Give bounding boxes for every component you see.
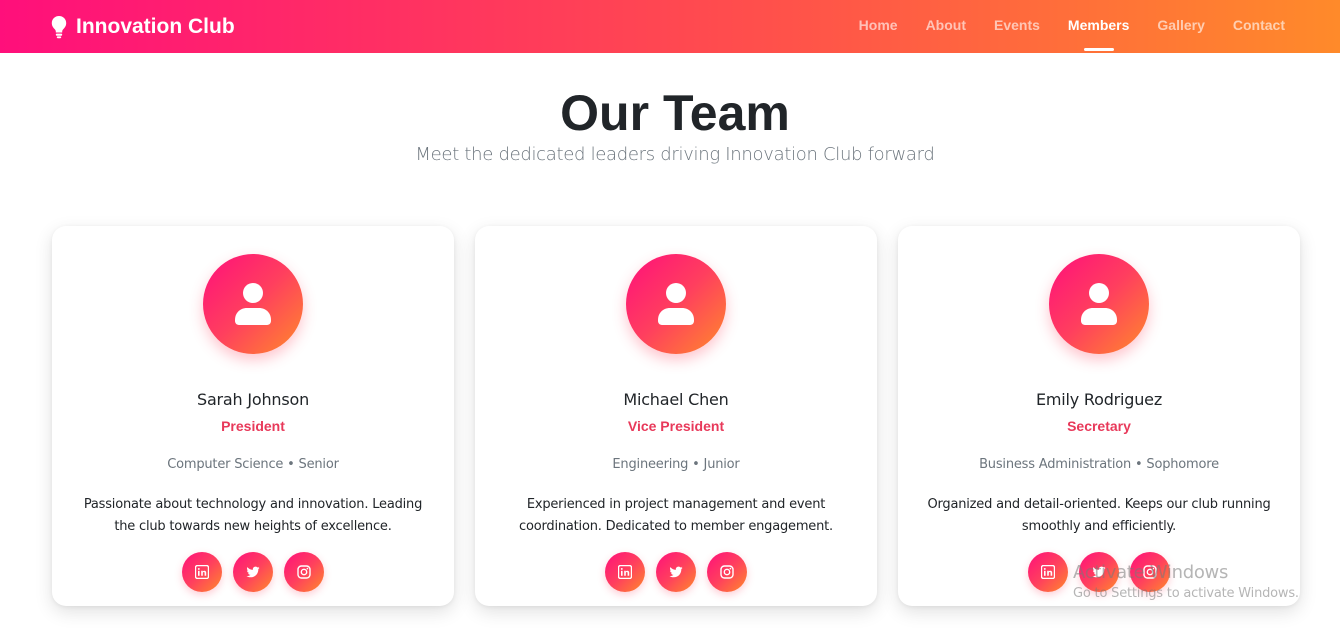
member-card: Michael Chen Vice President Engineering …: [475, 226, 877, 606]
linkedin-icon: [618, 565, 632, 579]
instagram-button[interactable]: [707, 552, 747, 592]
member-department: Engineering • Junior: [612, 457, 740, 472]
member-card: Sarah Johnson President Computer Science…: [52, 226, 454, 606]
twitter-icon: [1092, 565, 1106, 579]
nav-gallery[interactable]: Gallery: [1157, 0, 1204, 53]
user-icon: [656, 282, 696, 326]
linkedin-icon: [1041, 565, 1055, 579]
nav-members[interactable]: Members: [1068, 0, 1129, 53]
member-role: Secretary: [1067, 418, 1131, 434]
instagram-icon: [1143, 565, 1157, 579]
member-name: Sarah Johnson: [196, 390, 310, 409]
linkedin-button[interactable]: [182, 552, 222, 592]
instagram-icon: [720, 565, 734, 579]
user-icon: [1079, 282, 1119, 326]
nav-events[interactable]: Events: [994, 0, 1040, 53]
user-icon: [233, 282, 273, 326]
twitter-icon: [246, 565, 260, 579]
avatar: [1049, 254, 1149, 354]
member-bio: Passionate about technology and innovati…: [83, 497, 423, 534]
linkedin-button[interactable]: [1028, 552, 1068, 592]
twitter-button[interactable]: [1079, 552, 1119, 592]
linkedin-button[interactable]: [605, 552, 645, 592]
instagram-button[interactable]: [284, 552, 324, 592]
page-title: Our Team: [560, 85, 790, 141]
brand-name: Innovation Club: [76, 14, 235, 38]
linkedin-icon: [195, 565, 209, 579]
member-department: Computer Science • Senior: [167, 457, 339, 472]
brand-logo[interactable]: Innovation Club: [50, 0, 235, 53]
member-name: Emily Rodriguez: [1035, 390, 1163, 409]
nav-links: Home About Events Members Gallery Contac…: [831, 0, 1285, 53]
avatar: [203, 254, 303, 354]
twitter-button[interactable]: [233, 552, 273, 592]
member-department: Business Administration • Sophomore: [979, 457, 1219, 472]
instagram-button[interactable]: [1130, 552, 1170, 592]
instagram-icon: [297, 565, 311, 579]
social-links: [52, 552, 454, 592]
member-name: Michael Chen: [623, 390, 729, 409]
navbar: Innovation Club Home About Events Member…: [0, 0, 1340, 53]
twitter-icon: [669, 565, 683, 579]
nav-contact[interactable]: Contact: [1233, 0, 1285, 53]
member-bio: Experienced in project management and ev…: [519, 497, 833, 534]
member-role: President: [221, 418, 285, 434]
member-card: Emily Rodriguez Secretary Business Admin…: [898, 226, 1300, 606]
member-role: Vice President: [627, 418, 725, 434]
nav-home[interactable]: Home: [859, 0, 898, 53]
avatar: [626, 254, 726, 354]
twitter-button[interactable]: [656, 552, 696, 592]
page-subtitle: Meet the dedicated leaders driving Innov…: [415, 144, 935, 165]
member-bio: Organized and detail-oriented. Keeps our…: [927, 497, 1271, 534]
nav-about[interactable]: About: [926, 0, 966, 53]
lightbulb-icon: [50, 15, 68, 39]
social-links: [898, 552, 1300, 592]
social-links: [475, 552, 877, 592]
